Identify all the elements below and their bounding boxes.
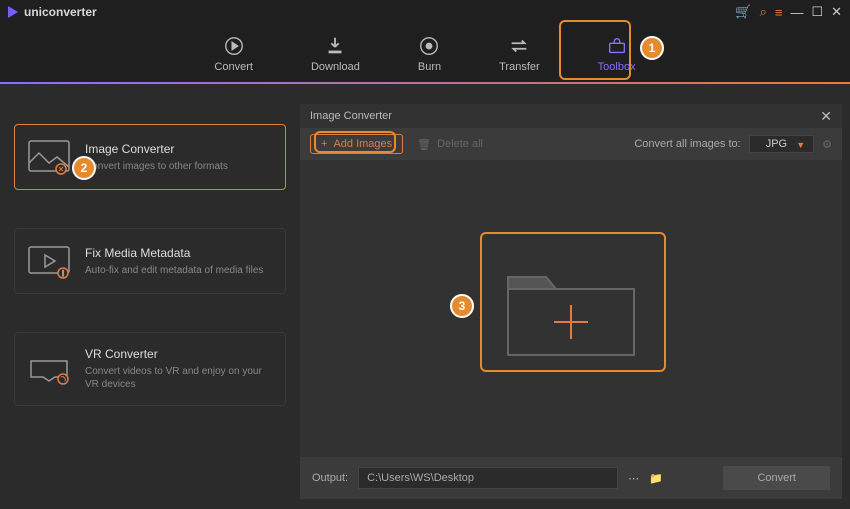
convert-button[interactable]: Convert: [723, 466, 830, 490]
close-button[interactable]: ✕: [831, 4, 842, 20]
sidebar-item-desc: Auto-fix and edit metadata of media file…: [85, 264, 263, 277]
sidebar-item-title: Fix Media Metadata: [85, 246, 263, 260]
sidebar-item-fix-metadata[interactable]: i Fix Media Metadata Auto-fix and edit m…: [14, 228, 286, 294]
panel-title: Image Converter: [310, 110, 392, 122]
download-icon: [324, 35, 346, 57]
main-area: Image Converter Convert images to other …: [0, 84, 850, 509]
image-converter-icon: [27, 139, 71, 175]
sidebar-item-image-converter[interactable]: Image Converter Convert images to other …: [14, 124, 286, 190]
maximize-button[interactable]: ☐: [811, 4, 823, 20]
transfer-icon: [508, 35, 530, 57]
top-nav: Convert Download Burn Transfer Toolbox: [0, 24, 850, 84]
tab-download[interactable]: Download: [305, 31, 366, 77]
sidebar-item-text: Fix Media Metadata Auto-fix and edit met…: [85, 246, 263, 277]
sidebar-item-desc: Convert images to other formats: [85, 160, 228, 173]
title-actions: 🛒 ⌕ ≡ — ☐ ✕: [735, 4, 842, 20]
sidebar: Image Converter Convert images to other …: [0, 84, 300, 509]
app-name: uniconverter: [24, 5, 97, 19]
annotation-marker-2: 2: [72, 156, 96, 180]
dropzone[interactable]: [300, 160, 842, 457]
titlebar: uniconverter 🛒 ⌕ ≡ — ☐ ✕: [0, 0, 850, 24]
panel-header: Image Converter ✕: [300, 104, 842, 128]
tab-label: Download: [311, 61, 360, 73]
output-path-field[interactable]: [358, 467, 618, 489]
metadata-icon: i: [27, 243, 71, 279]
menu-icon[interactable]: ≡: [775, 5, 783, 20]
open-folder-icon[interactable]: 📁: [649, 472, 663, 485]
delete-all-label: Delete all: [437, 138, 483, 150]
minimize-button[interactable]: —: [790, 5, 803, 20]
disc-icon: [418, 35, 440, 57]
sidebar-item-text: VR Converter Convert videos to VR and en…: [85, 347, 273, 391]
trash-icon: 🗑: [417, 138, 431, 151]
app-logo-icon: [8, 6, 18, 18]
tab-burn[interactable]: Burn: [412, 31, 447, 77]
chevron-down-icon: ▼: [796, 140, 805, 150]
annotation-marker-3: 3: [450, 294, 474, 318]
delete-all-button[interactable]: 🗑 Delete all: [417, 138, 483, 151]
convert-to-label: Convert all images to:: [634, 138, 740, 150]
plus-icon: +: [321, 138, 327, 150]
tab-toolbox[interactable]: Toolbox: [592, 31, 642, 77]
panel-footer: Output: ⋯ 📁 Convert: [300, 457, 842, 499]
add-images-label: Add Images: [333, 138, 392, 150]
tab-convert[interactable]: Convert: [208, 31, 259, 77]
format-select[interactable]: JPG ▼: [749, 135, 814, 153]
sidebar-item-desc: Convert videos to VR and enjoy on your V…: [85, 365, 273, 391]
add-images-button[interactable]: + Add Images: [310, 134, 403, 154]
output-label: Output:: [312, 472, 348, 484]
panel-toolbar: + Add Images 🗑 Delete all Convert all im…: [300, 128, 842, 160]
vr-icon: [27, 351, 71, 387]
sidebar-item-text: Image Converter Convert images to other …: [85, 142, 228, 173]
annotation-marker-1: 1: [640, 36, 664, 60]
key-icon[interactable]: ⌕: [760, 4, 767, 20]
play-circle-icon: [223, 35, 245, 57]
tab-label: Convert: [214, 61, 253, 73]
sidebar-item-title: Image Converter: [85, 142, 228, 156]
format-value: JPG: [766, 138, 787, 150]
nav-underline: [0, 82, 850, 84]
tab-label: Toolbox: [598, 61, 636, 73]
tab-label: Burn: [418, 61, 441, 73]
sidebar-item-title: VR Converter: [85, 347, 273, 361]
panel-close-button[interactable]: ✕: [820, 108, 832, 125]
cart-icon[interactable]: 🛒: [735, 4, 751, 20]
browse-button[interactable]: ⋯: [628, 472, 639, 485]
toolbox-icon: [606, 35, 628, 57]
toolbar-right: Convert all images to: JPG ▼ ⚙: [634, 135, 832, 153]
gear-icon[interactable]: ⚙: [822, 138, 832, 151]
tab-label: Transfer: [499, 61, 540, 73]
folder-plus-icon: [496, 249, 646, 369]
sidebar-item-vr-converter[interactable]: VR Converter Convert videos to VR and en…: [14, 332, 286, 406]
content-panel: Image Converter ✕ + Add Images 🗑 Delete …: [300, 104, 842, 499]
tab-transfer[interactable]: Transfer: [493, 31, 546, 77]
